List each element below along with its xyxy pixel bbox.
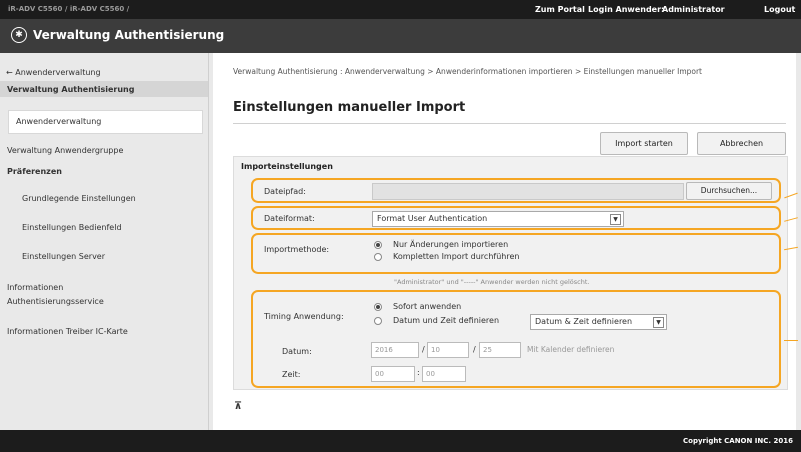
import-settings-panel: Importeinstellungen Dateipfad: Durchsuch… [233, 156, 788, 390]
sidebar-item-server[interactable]: Einstellungen Server [22, 252, 105, 261]
datetime-select[interactable]: Datum & Zeit definieren ▼ [530, 314, 667, 330]
footer: Copyright CANON INC. 2016 [0, 430, 801, 452]
sidebar: ← Anwenderverwaltung Verwaltung Authenti… [0, 53, 209, 430]
import-method-label: Importmethode: [264, 245, 330, 254]
sidebar-section-title: Verwaltung Authentisierung [7, 85, 135, 94]
timing-radio-define[interactable] [374, 317, 382, 325]
sidebar-prefs-title: Präferenzen [7, 167, 62, 176]
file-format-select[interactable]: Format User Authentication ▼ [372, 211, 624, 227]
login-user-label: Login Anwender: [588, 5, 665, 14]
title-bar: ✱ Verwaltung Authentisierung [0, 19, 801, 53]
date-separator: / [473, 345, 476, 354]
import-settings-heading: Importeinstellungen [241, 162, 333, 171]
import-note: "Administrator" und "-----" Anwender wer… [394, 278, 590, 286]
method-option-complete: Kompletten Import durchführen [393, 252, 520, 261]
portal-link[interactable]: Zum Portal [535, 5, 585, 14]
file-path-label: Dateipfad: [264, 187, 306, 196]
sidebar-item-anwenderverwaltung[interactable]: Anwenderverwaltung [8, 110, 203, 134]
timing-label: Timing Anwendung: [264, 312, 344, 321]
sidebar-section-header: Verwaltung Authentisierung [0, 81, 208, 97]
sidebar-item-grundlegende[interactable]: Grundlegende Einstellungen [22, 194, 136, 203]
method-radio-complete[interactable] [374, 253, 382, 261]
datetime-select-value: Datum & Zeit definieren [535, 317, 633, 326]
callout-line [784, 340, 798, 341]
sidebar-item-anwendergruppe[interactable]: Verwaltung Anwendergruppe [7, 146, 123, 155]
method-option-changes: Nur Änderungen importieren [393, 240, 509, 249]
timing-option-immediate: Sofort anwenden [393, 302, 462, 311]
login-user-name: Administrator [662, 5, 725, 14]
scroll-top-icon[interactable]: ⊼ [234, 401, 242, 412]
date-day-input[interactable]: 25 [479, 342, 521, 358]
file-path-field[interactable] [372, 183, 684, 200]
import-start-button[interactable]: Import starten [600, 132, 688, 155]
device-name: iR-ADV C5560 / iR-ADV C5560 / [8, 5, 130, 13]
sidebar-item-bedienfeld[interactable]: Einstellungen Bedienfeld [22, 223, 122, 232]
sidebar-item-info-auth-2[interactable]: Authentisierungsservice [7, 297, 104, 306]
page-title: Einstellungen manueller Import [233, 100, 466, 115]
logout-link[interactable]: Logout [764, 5, 795, 14]
title-divider [233, 123, 786, 124]
time-separator: : [417, 368, 420, 377]
chevron-down-icon: ▼ [653, 317, 664, 328]
sidebar-item-info-driver[interactable]: Informationen Treiber IC-Karte [7, 327, 128, 336]
date-label: Datum: [282, 347, 312, 356]
timing-option-define: Datum und Zeit definieren [393, 316, 500, 325]
timing-radio-immediate[interactable] [374, 303, 382, 311]
method-radio-changes[interactable] [374, 241, 382, 249]
timing-highlight [251, 290, 781, 388]
copyright-text: Copyright CANON INC. 2016 [683, 437, 793, 445]
calendar-link[interactable]: Mit Kalender definieren [527, 345, 614, 354]
date-year-input[interactable]: 2016 [371, 342, 419, 358]
sidebar-item-label: Anwenderverwaltung [16, 117, 102, 126]
back-link[interactable]: ← Anwenderverwaltung [6, 68, 101, 77]
time-hour-input[interactable]: 00 [371, 366, 415, 382]
date-separator: / [422, 345, 425, 354]
browse-button[interactable]: Durchsuchen... [686, 182, 772, 200]
chevron-down-icon: ▼ [610, 214, 621, 225]
file-format-label: Dateiformat: [264, 214, 315, 223]
authentication-icon: ✱ [11, 27, 27, 43]
window-title: Verwaltung Authentisierung [33, 28, 225, 42]
top-bar: iR-ADV C5560 / iR-ADV C5560 / Zum Portal… [0, 0, 801, 19]
cancel-button[interactable]: Abbrechen [697, 132, 786, 155]
time-label: Zeit: [282, 370, 301, 379]
file-format-value: Format User Authentication [377, 214, 488, 223]
sidebar-item-info-auth-1[interactable]: Informationen [7, 283, 63, 292]
main-content: Verwaltung Authentisierung : Anwenderver… [213, 53, 796, 430]
date-month-input[interactable]: 10 [427, 342, 469, 358]
time-minute-input[interactable]: 00 [422, 366, 466, 382]
breadcrumb: Verwaltung Authentisierung : Anwenderver… [233, 67, 702, 76]
